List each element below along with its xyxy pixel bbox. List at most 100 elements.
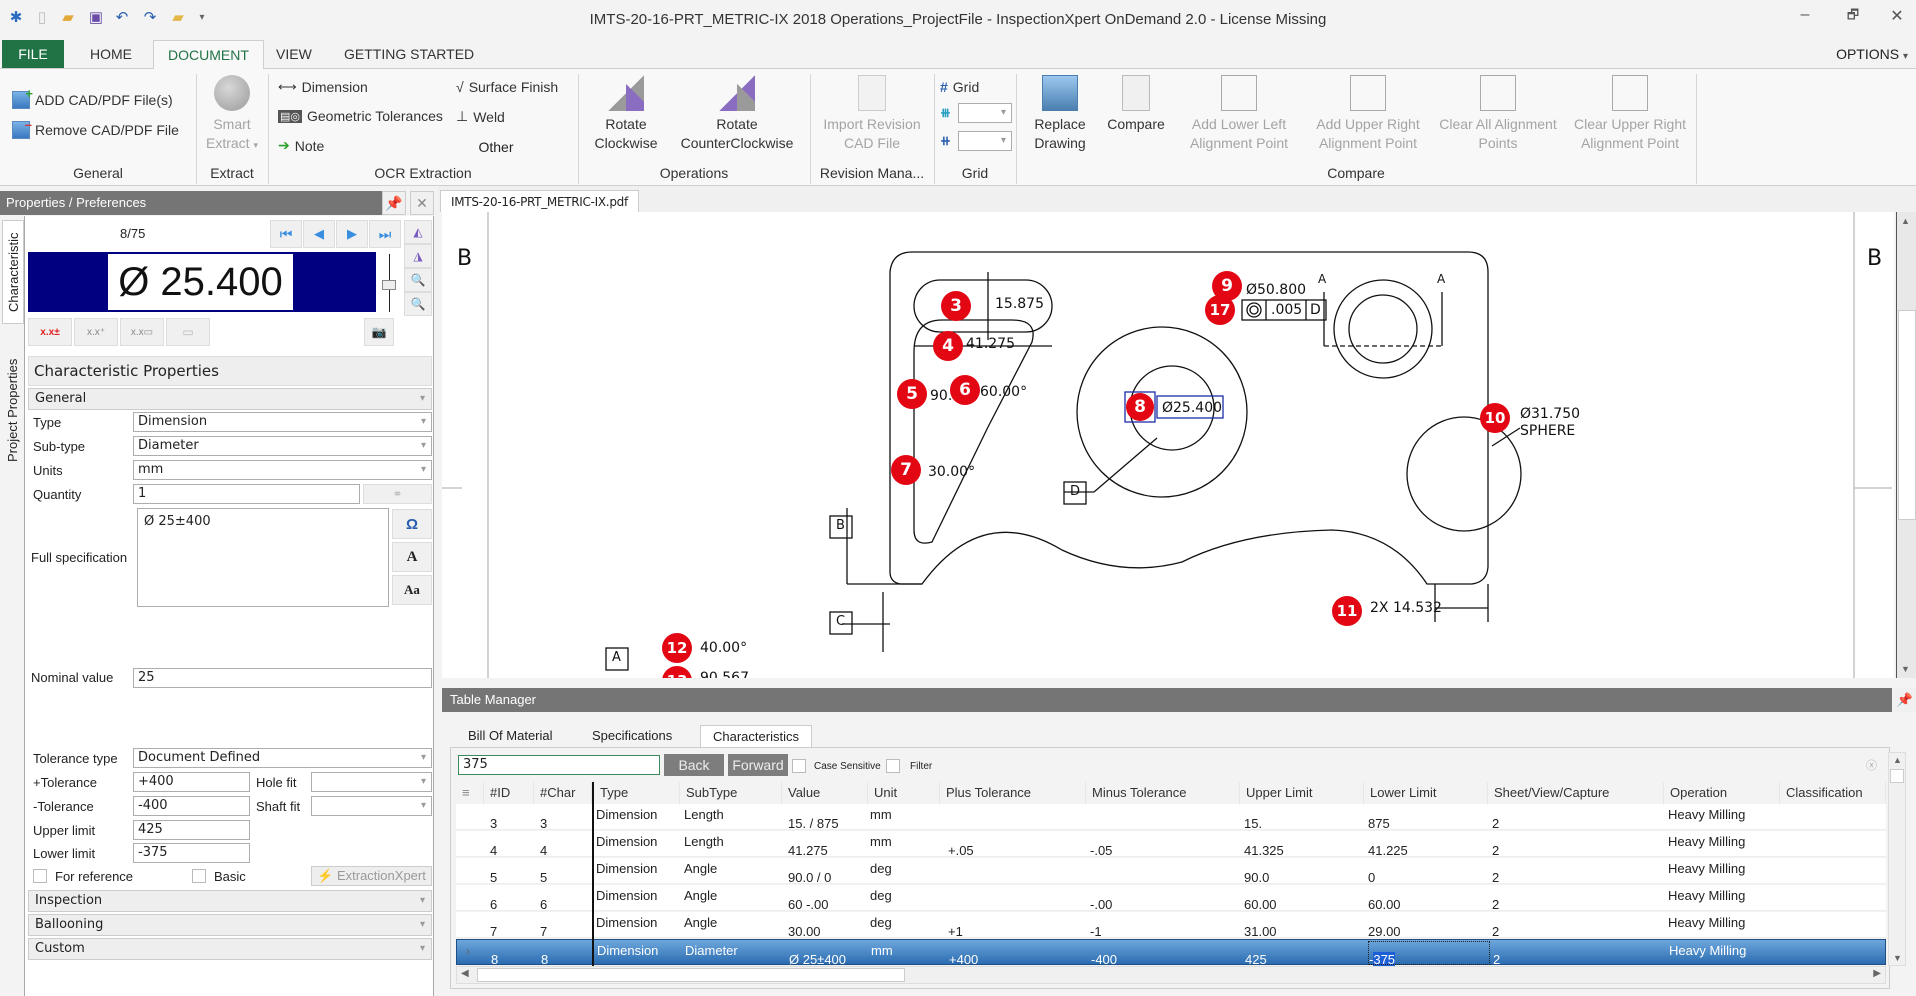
clear-search-icon[interactable]: ⓧ: [1866, 757, 1877, 773]
pin-icon[interactable]: 📌: [382, 191, 406, 215]
close-button[interactable]: ✕: [1882, 6, 1912, 30]
tab-specifications[interactable]: Specifications: [580, 725, 684, 747]
link-quantity-icon[interactable]: ⚭: [363, 484, 432, 504]
balloon-17[interactable]: 17: [1205, 295, 1235, 325]
scroll-down-icon[interactable]: ▼: [1901, 664, 1910, 674]
clear-all-alignment-button[interactable]: Clear All Alignment Points: [1432, 75, 1564, 153]
redo-icon[interactable]: ↷: [140, 8, 160, 28]
tab-home[interactable]: HOME: [76, 40, 146, 69]
rotate-ccw-small-icon[interactable]: ◮: [404, 244, 432, 268]
general-section[interactable]: General: [28, 388, 432, 410]
table-row[interactable]: 5 5 Dimension Angle 90.0 / 0 deg 90.0 0 2 Heavy M…: [456, 858, 1886, 885]
drawing-canvas[interactable]: B B 15.875 41.275 90.0 60.00° 30.00° Ø25…: [442, 212, 1894, 678]
table-row[interactable]: 7 7 Dimension Angle 30.00 deg +1 -1 31.00 29.00 2 H…: [456, 912, 1886, 939]
slider-thumb[interactable]: [382, 280, 396, 290]
col-minus-tolerance[interactable]: Minus Tolerance: [1086, 782, 1240, 804]
scroll-up-icon[interactable]: ▲: [1901, 216, 1910, 226]
scroll-down-icon[interactable]: ▼: [1893, 953, 1902, 963]
font-a-icon[interactable]: A: [392, 542, 432, 572]
vtab-project-properties[interactable]: Project Properties: [2, 340, 24, 480]
case-sensitive-checkbox[interactable]: [792, 759, 806, 773]
col-id[interactable]: #ID: [484, 782, 534, 804]
replace-drawing-button[interactable]: Replace Drawing: [1024, 75, 1096, 153]
zoom-out-icon[interactable]: 🔍: [404, 292, 432, 316]
tab-file[interactable]: FILE: [2, 40, 64, 69]
subtype-select[interactable]: Diameter: [133, 436, 432, 456]
table-row[interactable]: 8 8 Dimension Diameter Ø 25±400 mm +400 -400 425…: [456, 939, 1886, 967]
close-panel-icon[interactable]: ✕: [410, 191, 434, 215]
col-upper-limit[interactable]: Upper Limit: [1240, 782, 1364, 804]
col-subtype[interactable]: SubType: [680, 782, 782, 804]
back-button[interactable]: Back: [664, 754, 724, 776]
options-menu[interactable]: OPTIONS ▾: [1836, 40, 1908, 71]
zoom-in-icon[interactable]: 🔍: [404, 268, 432, 292]
format-tolerance-1-icon[interactable]: x.x±: [28, 318, 72, 346]
import-revision-button[interactable]: Import Revision CAD File: [814, 75, 930, 153]
minus-tolerance-input[interactable]: -400: [133, 796, 250, 816]
dimension-button[interactable]: ⟷ Dimension: [278, 79, 368, 95]
customize-icon[interactable]: ▾: [192, 8, 212, 28]
tab-view[interactable]: VIEW: [262, 40, 326, 69]
nominal-value-input[interactable]: 25: [133, 668, 432, 688]
restore-button[interactable]: 🗗: [1838, 6, 1868, 30]
basic-checkbox[interactable]: [192, 869, 206, 883]
scroll-left-icon[interactable]: ◀: [461, 968, 469, 979]
balloon-5[interactable]: 5: [897, 379, 927, 409]
previous-button[interactable]: ◀: [303, 220, 335, 248]
tab-document[interactable]: DOCUMENT: [153, 40, 264, 69]
col-lower-limit[interactable]: Lower Limit: [1364, 782, 1488, 804]
format-tolerance-3-icon[interactable]: x.x▭: [120, 318, 164, 346]
vtab-characteristic[interactable]: Characteristic: [2, 220, 24, 324]
balloon-11[interactable]: 11: [1332, 596, 1362, 626]
pin-icon[interactable]: 📌: [1894, 688, 1916, 712]
inspection-section[interactable]: Inspection: [28, 890, 432, 912]
font-case-icon[interactable]: Aa: [392, 575, 432, 605]
geometric-tolerances-button[interactable]: ▤◎ Geometric Tolerances: [278, 108, 443, 124]
col-unit[interactable]: Unit: [868, 782, 940, 804]
balloon-8[interactable]: 8: [1126, 393, 1154, 421]
col-char[interactable]: #Char: [534, 782, 592, 804]
open-folder-icon[interactable]: ▰: [58, 8, 78, 28]
column-chooser-icon[interactable]: ≡: [456, 782, 484, 804]
weld-button[interactable]: ⊥ Weld: [456, 108, 505, 125]
balloon-7[interactable]: 7: [891, 455, 921, 485]
table-scroll-thumb[interactable]: [1890, 769, 1904, 783]
add-capture-icon[interactable]: 📷: [364, 318, 394, 346]
tolerance-type-select[interactable]: Document Defined: [133, 748, 432, 768]
balloon-6[interactable]: 6: [950, 375, 980, 405]
col-operation[interactable]: Operation: [1664, 782, 1780, 804]
balloon-12[interactable]: 12: [662, 633, 692, 663]
col-classification[interactable]: Classification: [1780, 782, 1886, 804]
minimize-button[interactable]: –: [1790, 6, 1820, 30]
first-button[interactable]: ⏮: [270, 220, 302, 248]
remove-cad-button[interactable]: – Remove CAD/PDF File: [12, 117, 179, 139]
table-row[interactable]: 4 4 Dimension Length 41.275 mm +.05 -.05 41.325 4…: [456, 831, 1886, 858]
tab-characteristics[interactable]: Characteristics: [700, 725, 812, 747]
full-specification-textarea[interactable]: Ø 25±400: [137, 508, 389, 607]
balloon-4[interactable]: 4: [933, 331, 963, 361]
extraction-xpert-button[interactable]: ⚡ ExtractionXpert: [311, 866, 432, 886]
hole-fit-select[interactable]: [311, 772, 432, 792]
quantity-input[interactable]: 1: [133, 484, 360, 504]
col-plus-tolerance[interactable]: Plus Tolerance: [940, 782, 1086, 804]
filter-checkbox[interactable]: [886, 759, 900, 773]
document-scrollbar[interactable]: ▲ ▼: [1896, 212, 1916, 678]
type-select[interactable]: Dimension: [133, 412, 432, 432]
vertical-grid-select[interactable]: [958, 131, 1012, 151]
search-input[interactable]: 375: [458, 755, 660, 775]
custom-section[interactable]: Custom: [28, 938, 432, 960]
compare-button[interactable]: Compare: [1100, 75, 1172, 134]
new-file-icon[interactable]: ▯: [32, 8, 52, 28]
upper-limit-input[interactable]: 425: [133, 820, 250, 840]
scroll-up-icon[interactable]: ▲: [1893, 755, 1902, 765]
lower-limit-input[interactable]: -375: [133, 843, 250, 863]
add-cad-button[interactable]: + ADD CAD/PDF File(s): [12, 86, 173, 109]
symbol-omega-icon[interactable]: Ω: [392, 509, 432, 539]
last-button[interactable]: ⏭: [369, 220, 401, 248]
next-button[interactable]: ▶: [336, 220, 368, 248]
col-value[interactable]: Value: [782, 782, 868, 804]
rotate-counterclockwise-button[interactable]: Rotate CounterClockwise: [672, 75, 802, 153]
open-project-icon[interactable]: ▰: [168, 8, 188, 28]
scroll-right-icon[interactable]: ▶: [1873, 968, 1881, 979]
format-tolerance-2-icon[interactable]: x.x⁺: [74, 318, 118, 346]
